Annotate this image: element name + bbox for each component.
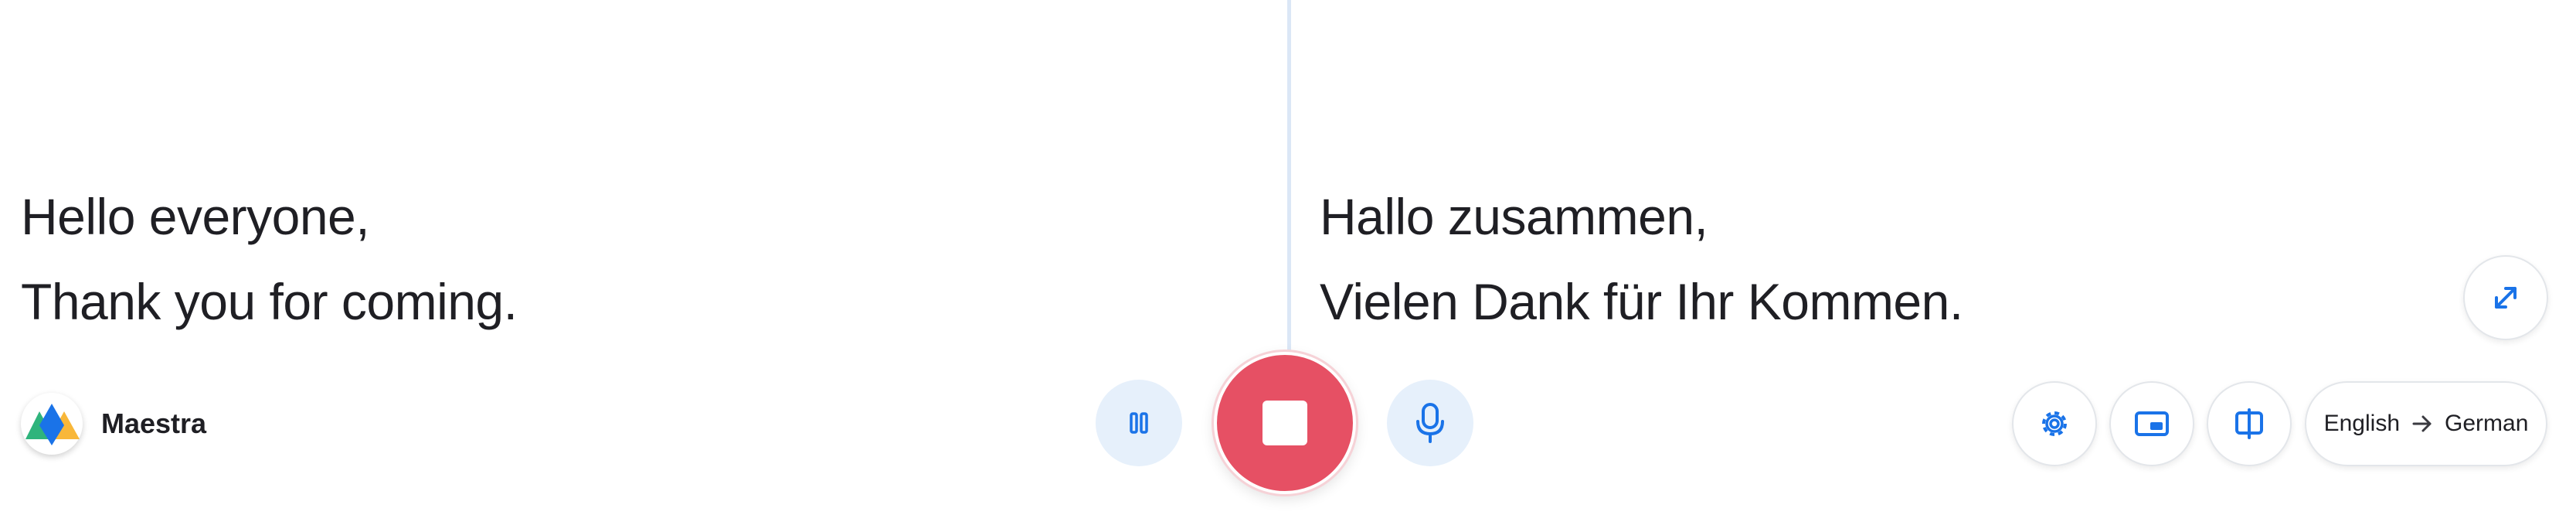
source-line: Thank you for coming. xyxy=(21,273,518,330)
brand: Maestra xyxy=(21,393,206,455)
split-view-icon xyxy=(2235,408,2263,439)
pause-icon xyxy=(1130,412,1148,434)
translation-transcript: Hallo zusammen, Vielen Dank für Ihr Komm… xyxy=(1320,174,1963,344)
source-language: English xyxy=(2323,411,2401,436)
settings-button[interactable] xyxy=(2012,381,2097,466)
microphone-button[interactable] xyxy=(1387,380,1473,466)
stop-icon xyxy=(1263,401,1307,445)
gear-icon xyxy=(2042,411,2067,436)
picture-in-picture-icon xyxy=(2135,411,2169,436)
language-selector[interactable]: English German xyxy=(2305,381,2547,466)
pause-button[interactable] xyxy=(1096,380,1182,466)
microphone-icon xyxy=(1416,403,1444,443)
split-view-button[interactable] xyxy=(2207,381,2292,466)
brand-name: Maestra xyxy=(101,408,207,439)
source-line: Hello everyone, xyxy=(21,188,370,245)
target-language: German xyxy=(2445,411,2529,436)
fullscreen-button[interactable] xyxy=(2463,255,2548,340)
pane-divider xyxy=(1287,0,1291,352)
maestra-logo-icon xyxy=(21,393,83,455)
stop-button[interactable] xyxy=(1214,352,1356,494)
translation-line: Hallo zusammen, xyxy=(1320,188,1708,245)
picture-in-picture-button[interactable] xyxy=(2109,381,2194,466)
translation-line: Vielen Dank für Ihr Kommen. xyxy=(1320,273,1963,330)
source-transcript: Hello everyone, Thank you for coming. xyxy=(21,174,518,344)
arrow-right-icon xyxy=(2411,412,2434,435)
expand-icon xyxy=(2495,287,2517,309)
